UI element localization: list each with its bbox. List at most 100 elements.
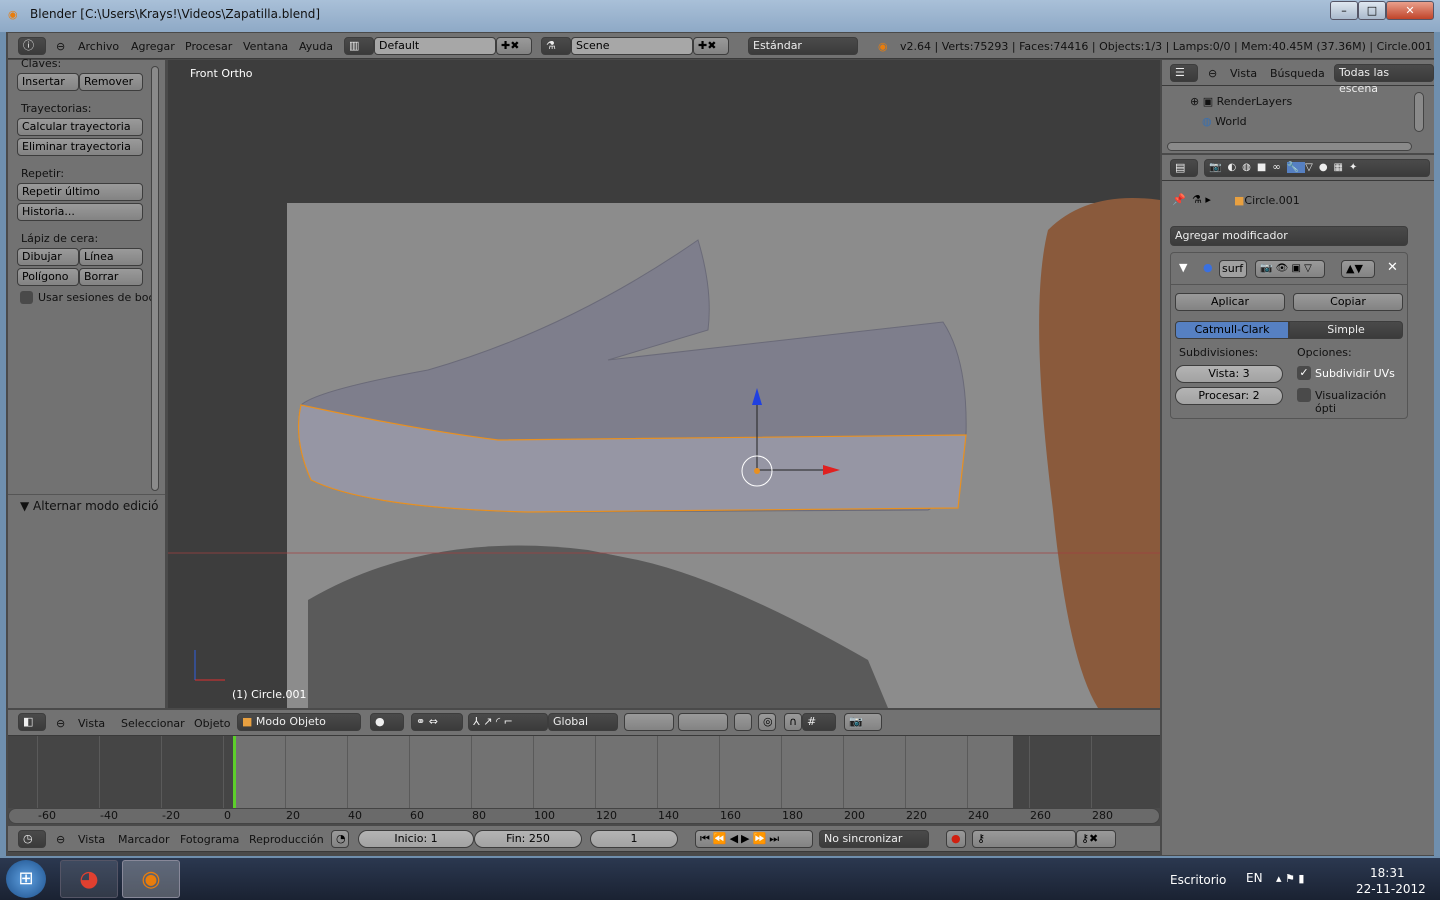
current-frame-field[interactable]: 1	[590, 830, 678, 848]
collapse-modifier-icon[interactable]: ▼	[1179, 261, 1187, 274]
render-opengl-icons[interactable]: 📷	[844, 713, 882, 731]
use-sessions-checkbox[interactable]	[20, 291, 33, 304]
layers-grid-2[interactable]	[678, 713, 728, 731]
editor-type-properties-icon[interactable]: ▤	[1170, 159, 1198, 177]
orientation-dropdown[interactable]: Global	[548, 713, 618, 731]
pivot-dropdown[interactable]: ⚭ ⇔	[411, 713, 463, 731]
mode-dropdown[interactable]: ■ Modo Objeto	[237, 713, 361, 731]
lock-layers-icon[interactable]	[734, 713, 752, 731]
keying-set-field[interactable]: ⚷	[972, 830, 1076, 848]
manipulator-toggles[interactable]: ⅄ ↗ ◜ ⌐	[468, 713, 548, 731]
optimal-display-checkbox[interactable]	[1297, 388, 1311, 402]
menu-seleccionar[interactable]: Seleccionar	[121, 717, 185, 730]
sync-dropdown[interactable]: No sincronizar	[819, 830, 929, 848]
editor-type-outliner-icon[interactable]: ☰	[1170, 64, 1198, 82]
modifier-visibility-toggles[interactable]: 📷 👁 ▣ ▽	[1255, 260, 1325, 278]
end-frame-field[interactable]: Fin: 250	[474, 830, 582, 848]
screen-add-remove[interactable]: ✚✖	[496, 37, 532, 55]
preview-range-icon[interactable]: ◔	[331, 830, 349, 848]
menu-reproduccion[interactable]: Reproducción	[249, 833, 324, 846]
blender-taskbar-icon[interactable]: ◉	[122, 860, 180, 898]
menu-busqueda[interactable]: Búsqueda	[1270, 67, 1325, 80]
apply-button[interactable]: Aplicar	[1175, 293, 1285, 311]
screen-name-field[interactable]: Default	[374, 37, 496, 55]
menu-objeto[interactable]: Objeto	[194, 717, 231, 730]
collapse-icon[interactable]: ⊖	[1208, 67, 1217, 80]
timeline-ruler[interactable]: -60 -40 -20 0 20 40 60 80 100 120 140 160 180 200 220 2…	[8, 808, 1160, 824]
scene-add-remove[interactable]: ✚✖	[693, 37, 729, 55]
keyframe-insert-delete[interactable]: ⚷✖	[1076, 830, 1116, 848]
chrome-taskbar-icon[interactable]: ◕	[60, 860, 118, 898]
tray-icons[interactable]: ▴ ⚑ ▮	[1276, 872, 1304, 885]
draw-button[interactable]: Dibujar	[17, 248, 79, 266]
menu-vista[interactable]: Vista	[78, 833, 105, 846]
minimize-button[interactable]: –	[1330, 1, 1358, 20]
collapse-icon[interactable]: ⊖	[56, 717, 65, 730]
collapse-icon[interactable]: ⊖	[56, 40, 65, 53]
close-button[interactable]: ✕	[1386, 1, 1434, 20]
clock-time[interactable]: 18:31	[1370, 866, 1405, 880]
remove-modifier-icon[interactable]: ✕	[1387, 260, 1398, 275]
menu-ventana[interactable]: Ventana	[243, 40, 288, 53]
add-modifier-dropdown[interactable]: Agregar modificador	[1170, 226, 1408, 246]
menu-archivo[interactable]: Archivo	[78, 40, 119, 53]
start-frame-field[interactable]: Inicio: 1	[358, 830, 474, 848]
outliner-item-renderlayers[interactable]: ⊕ ▣ RenderLayers	[1190, 95, 1292, 108]
display-filter-dropdown[interactable]: Todas las escena	[1334, 64, 1434, 95]
remove-keyframe-button[interactable]: Remover	[79, 73, 143, 91]
language-indicator[interactable]: EN	[1246, 871, 1263, 885]
shelf-scrollbar[interactable]	[151, 66, 159, 491]
outliner-scrollbar[interactable]	[1414, 92, 1424, 132]
context-tabs[interactable]: 📷◐◍■∞🔧▽●▦✦	[1204, 159, 1430, 177]
maximize-button[interactable]: □	[1358, 1, 1386, 20]
pin-icon[interactable]: 📌	[1172, 193, 1186, 206]
render-engine-dropdown[interactable]: Estándar	[748, 37, 858, 55]
proportional-edit-icon[interactable]: ◎	[758, 713, 776, 731]
screen-layout-icon[interactable]: ▥	[344, 37, 374, 55]
current-frame-marker[interactable]	[233, 736, 236, 808]
view-levels-field[interactable]: Vista: 3	[1175, 365, 1283, 383]
simple-option[interactable]: Simple	[1289, 321, 1403, 339]
menu-procesar[interactable]: Procesar	[185, 40, 232, 53]
timeline[interactable]	[8, 736, 1160, 808]
shading-dropdown[interactable]: ●	[370, 713, 404, 731]
outliner-item-world[interactable]: ◍ World	[1202, 115, 1247, 128]
modifier-wrench-icon[interactable]: 🔧	[1286, 162, 1306, 173]
clock-date[interactable]: 22-11-2012	[1356, 882, 1426, 896]
subdivide-uvs-checkbox[interactable]: ✓	[1297, 366, 1311, 380]
menu-agregar[interactable]: Agregar	[131, 40, 175, 53]
modifier-name-field[interactable]: surf	[1219, 260, 1247, 278]
move-modifier-up-down[interactable]: ▲▼	[1341, 260, 1375, 278]
editor-type-3d-icon[interactable]: ◧	[18, 713, 46, 731]
menu-fotograma[interactable]: Fotograma	[180, 833, 239, 846]
outliner-hscrollbar[interactable]	[1167, 142, 1412, 151]
clear-path-button[interactable]: Eliminar trayectoria	[17, 138, 143, 156]
editor-type-timeline-icon[interactable]: ◷	[18, 830, 46, 848]
start-button[interactable]: ⊞	[6, 860, 46, 898]
snap-element-dropdown[interactable]: #	[802, 713, 836, 731]
desktop-toolbar[interactable]: Escritorio	[1170, 873, 1226, 887]
3d-viewport[interactable]: Front Ortho (1) Circle.001	[168, 60, 1160, 708]
line-button[interactable]: Línea	[79, 248, 143, 266]
menu-vista[interactable]: Vista	[1230, 67, 1257, 80]
render-levels-field[interactable]: Procesar: 2	[1175, 387, 1283, 405]
scene-name-field[interactable]: Scene	[571, 37, 693, 55]
insert-keyframe-button[interactable]: Insertar	[17, 73, 79, 91]
layers-grid-1[interactable]	[624, 713, 674, 731]
calculate-path-button[interactable]: Calcular trayectoria	[17, 118, 143, 136]
scene-icon[interactable]: ⚗	[541, 37, 571, 55]
polygon-button[interactable]: Polígono	[17, 268, 79, 286]
erase-button[interactable]: Borrar	[79, 268, 143, 286]
record-icon[interactable]: ●	[946, 830, 966, 848]
repeat-last-button[interactable]: Repetir último	[17, 183, 143, 201]
menu-marcador[interactable]: Marcador	[118, 833, 170, 846]
collapse-icon[interactable]: ⊖	[56, 833, 65, 846]
editor-type-info-icon[interactable]: ⓘ	[18, 37, 46, 55]
history-button[interactable]: Historia...	[17, 203, 143, 221]
catmull-clark-option[interactable]: Catmull-Clark	[1175, 321, 1289, 339]
operator-panel-header[interactable]: ▼ Alternar modo edició	[20, 499, 159, 513]
copy-button[interactable]: Copiar	[1293, 293, 1403, 311]
menu-vista[interactable]: Vista	[78, 717, 105, 730]
snap-magnet-icon[interactable]: ∩	[784, 713, 802, 731]
menu-ayuda[interactable]: Ayuda	[299, 40, 333, 53]
